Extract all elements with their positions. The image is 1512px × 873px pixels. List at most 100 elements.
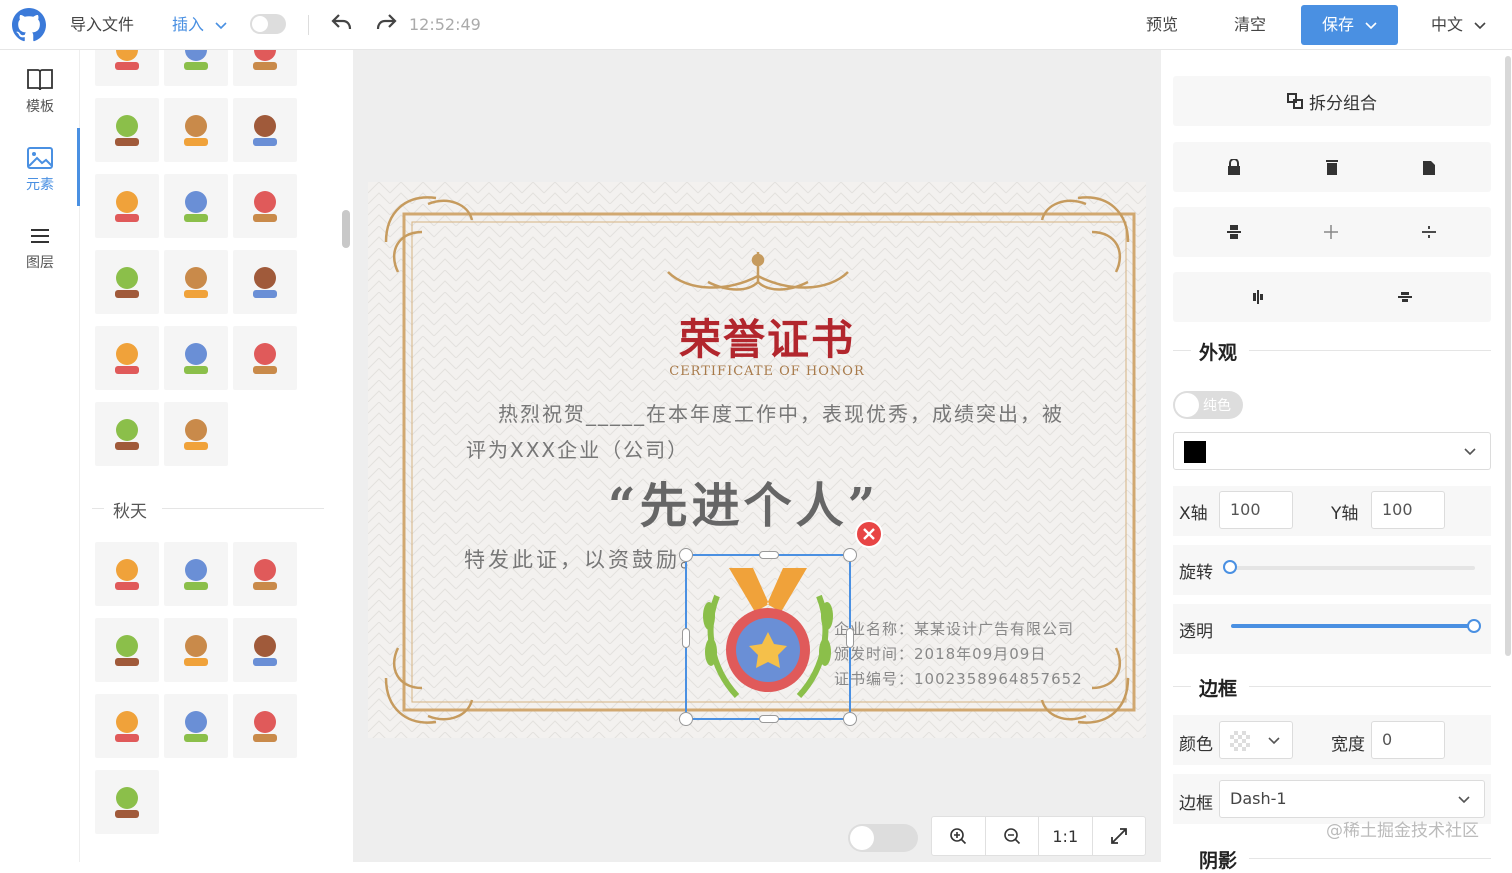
resize-handle-left[interactable] xyxy=(682,628,690,648)
element-thumbnail[interactable] xyxy=(233,174,297,238)
border-style-select[interactable]: Dash-1 xyxy=(1219,780,1485,818)
panel-scrollbar[interactable] xyxy=(1505,56,1511,656)
element-thumbnail[interactable] xyxy=(95,174,159,238)
element-thumbnail[interactable] xyxy=(95,98,159,162)
certificate-canvas[interactable]: 荣誉证书 CERTIFICATE OF HONOR 热烈祝贺_____在本年度工… xyxy=(368,182,1146,738)
element-thumbnail[interactable] xyxy=(95,402,159,466)
fill-color-select[interactable] xyxy=(1173,432,1491,470)
certificate-title[interactable]: 荣誉证书 xyxy=(368,306,1146,367)
certificate-line2[interactable]: 评为XXX企业（公司） xyxy=(466,434,689,463)
scrollbar-thumb[interactable] xyxy=(342,210,350,248)
element-thumbnail[interactable] xyxy=(164,326,228,390)
resize-handle-right[interactable] xyxy=(846,628,854,648)
solid-color-toggle[interactable]: 纯色 xyxy=(1173,391,1243,419)
github-logo[interactable] xyxy=(12,8,46,42)
certificate-date[interactable]: 颁发时间：2018年09月09日 xyxy=(834,643,1046,664)
border-width-input[interactable]: 0 xyxy=(1371,721,1445,759)
resize-handle-tl[interactable] xyxy=(679,548,693,562)
align-row-horizontal xyxy=(1173,272,1491,322)
certificate-award[interactable]: “先进个人” xyxy=(608,466,879,536)
insert-dropdown[interactable]: 插入 xyxy=(172,0,227,50)
certificate-line3[interactable]: 特发此证，以资鼓励。 xyxy=(464,544,704,574)
element-thumbnail[interactable] xyxy=(164,402,228,466)
opacity-slider-thumb[interactable] xyxy=(1467,619,1481,633)
resize-handle-br[interactable] xyxy=(843,712,857,726)
zoom-in-button[interactable] xyxy=(932,817,986,855)
element-thumbnail[interactable] xyxy=(164,98,228,162)
resize-handle-bl[interactable] xyxy=(679,712,693,726)
zoom-out-icon xyxy=(1003,828,1020,845)
element-thumbnail[interactable] xyxy=(233,618,297,682)
element-thumbnail[interactable] xyxy=(95,50,159,86)
resize-handle-top[interactable] xyxy=(759,551,779,559)
element-thumbnail[interactable] xyxy=(164,618,228,682)
copy-icon[interactable] xyxy=(1423,159,1435,175)
element-thumbnail[interactable] xyxy=(164,250,228,314)
ungroup-button[interactable]: 拆分组合 xyxy=(1173,76,1491,126)
element-thumbnail[interactable] xyxy=(233,542,297,606)
preview-button[interactable]: 预览 xyxy=(1146,0,1178,50)
align-center-v-icon[interactable] xyxy=(1398,290,1412,304)
element-thumbnail[interactable] xyxy=(233,98,297,162)
resize-handle-bottom[interactable] xyxy=(759,715,779,723)
element-thumbnail[interactable] xyxy=(95,618,159,682)
toggle-knob xyxy=(1175,393,1199,417)
align-bottom-icon[interactable] xyxy=(1422,223,1436,241)
section-title-autumn: 秋天 xyxy=(113,502,147,522)
element-thumbnail-icon xyxy=(115,115,139,146)
element-thumbnail[interactable] xyxy=(95,326,159,390)
ungroup-icon xyxy=(1287,93,1303,109)
panel-scrollbar[interactable] xyxy=(336,50,354,862)
element-thumbnail-icon xyxy=(184,115,208,146)
element-thumbnail[interactable] xyxy=(233,250,297,314)
trash-icon[interactable] xyxy=(1326,159,1338,175)
align-top-icon[interactable] xyxy=(1227,223,1241,241)
element-thumbnail[interactable] xyxy=(95,542,159,606)
toggle-switch[interactable] xyxy=(250,14,286,34)
element-thumbnail[interactable] xyxy=(233,50,297,86)
selected-medal[interactable] xyxy=(679,520,883,726)
element-thumbnail[interactable] xyxy=(164,174,228,238)
zoom-out-button[interactable] xyxy=(986,817,1039,855)
element-thumbnail[interactable] xyxy=(95,250,159,314)
element-thumbnail[interactable] xyxy=(95,694,159,758)
element-thumbnail[interactable] xyxy=(164,694,228,758)
element-thumbnail[interactable] xyxy=(164,542,228,606)
element-thumbnail-icon xyxy=(253,191,277,222)
rail-item-layers[interactable]: 图层 xyxy=(0,222,80,272)
opacity-slider-track[interactable] xyxy=(1231,624,1475,628)
rail-item-elements[interactable]: 元素 xyxy=(0,144,80,194)
save-button[interactable]: 保存 xyxy=(1301,5,1398,45)
element-thumbnail[interactable] xyxy=(233,694,297,758)
clear-button[interactable]: 清空 xyxy=(1234,0,1266,50)
certificate-line1[interactable]: 热烈祝贺_____在本年度工作中，表现优秀，成绩突出，被 xyxy=(498,398,1064,427)
grid-toggle[interactable] xyxy=(848,824,918,852)
rail-item-templates[interactable]: 模板 xyxy=(0,66,80,116)
certificate-company[interactable]: 企业名称：某某设计广告有限公司 xyxy=(834,618,1074,639)
redo-button[interactable] xyxy=(375,12,397,36)
element-thumbnail-icon xyxy=(115,191,139,222)
rotate-slider-thumb[interactable] xyxy=(1223,560,1237,574)
canvas-area[interactable]: 荣誉证书 CERTIFICATE OF HONOR 热烈祝贺_____在本年度工… xyxy=(354,50,1160,862)
certificate-number[interactable]: 证书编号：1002358964857652 xyxy=(834,668,1083,689)
border-color-select[interactable] xyxy=(1219,721,1293,759)
x-axis-input[interactable]: 100 xyxy=(1219,491,1293,529)
certificate-subtitle[interactable]: CERTIFICATE OF HONOR xyxy=(368,364,1146,379)
medal-icon xyxy=(703,568,833,699)
element-thumbnail[interactable] xyxy=(233,326,297,390)
fullscreen-button[interactable] xyxy=(1093,817,1146,855)
align-center-h-icon[interactable] xyxy=(1251,290,1265,304)
undo-button[interactable] xyxy=(331,12,353,36)
zoom-reset-button[interactable]: 1:1 xyxy=(1039,817,1093,855)
delete-element-button[interactable] xyxy=(855,520,883,548)
element-thumbnail[interactable] xyxy=(95,770,159,834)
element-thumbnail[interactable] xyxy=(164,50,228,86)
section-title-border: 边框 xyxy=(1199,678,1238,700)
align-middle-icon[interactable] xyxy=(1324,223,1338,241)
resize-handle-tr[interactable] xyxy=(843,548,857,562)
language-dropdown[interactable]: 中文 xyxy=(1431,0,1486,50)
lock-icon[interactable] xyxy=(1227,159,1241,175)
y-axis-input[interactable]: 100 xyxy=(1371,491,1445,529)
import-file-button[interactable]: 导入文件 xyxy=(70,0,134,50)
rotate-slider-track[interactable] xyxy=(1231,566,1475,570)
